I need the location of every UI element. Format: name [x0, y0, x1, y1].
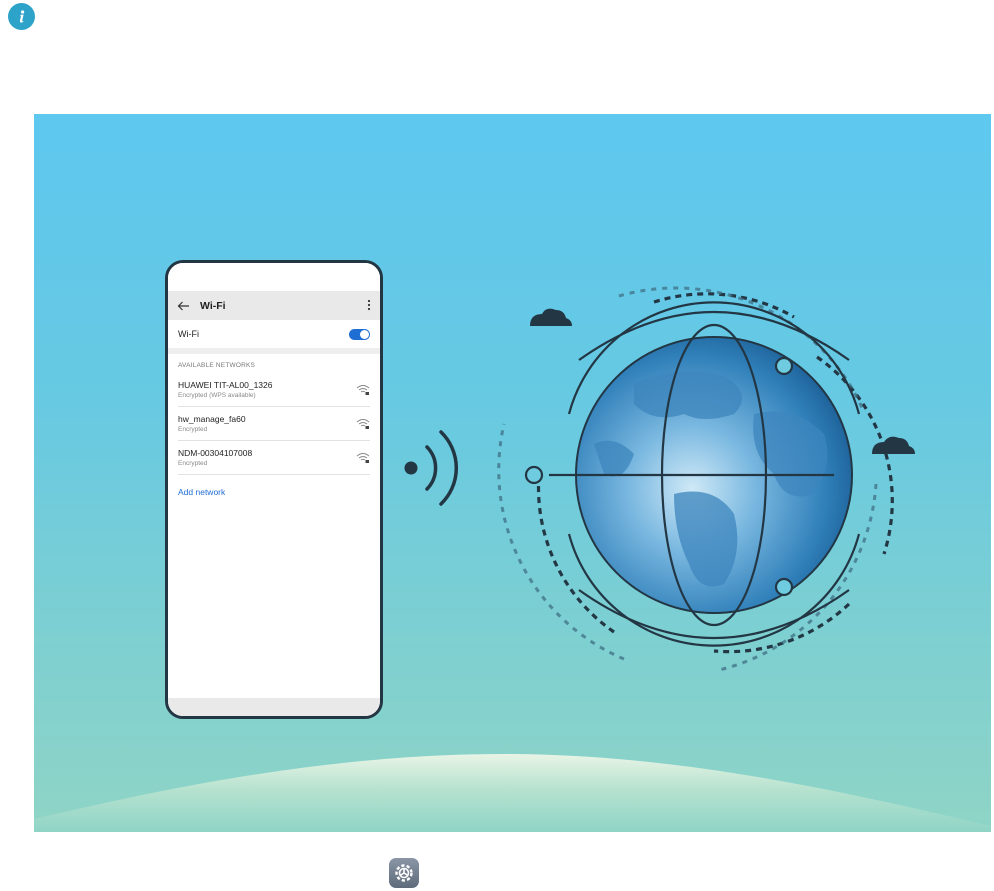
wifi-toggle-row[interactable]: Wi-Fi: [168, 320, 380, 348]
settings-gear-icon[interactable]: [389, 858, 419, 888]
wifi-toggle-switch[interactable]: [349, 328, 370, 340]
available-networks-header: AVAILABLE NETWORKS: [178, 362, 256, 369]
list-item[interactable]: hw_manage_fa60 Encrypted: [178, 407, 370, 441]
wifi-lock-icon: [356, 384, 370, 395]
info-icon: [8, 3, 35, 30]
network-status: Encrypted: [178, 426, 208, 433]
network-status: Encrypted: [178, 460, 208, 467]
wifi-lock-icon: [356, 452, 370, 463]
wifi-lock-icon: [356, 418, 370, 429]
wifi-toggle-label: Wi-Fi: [178, 329, 199, 339]
toggle-knob: [360, 329, 369, 339]
more-vertical-icon[interactable]: [367, 299, 371, 313]
navigation-bar: [168, 698, 380, 716]
status-bar: [168, 263, 380, 291]
page-title: Wi-Fi: [200, 299, 226, 312]
add-network-link[interactable]: Add network: [168, 475, 380, 509]
wireless-broadcast-icon: [404, 430, 459, 506]
network-name: hw_manage_fa60: [178, 414, 246, 424]
back-arrow-icon[interactable]: [177, 299, 191, 313]
network-name: HUAWEI TIT-AL00_1326: [178, 380, 273, 390]
wifi-illustration: Wi-Fi Wi-Fi AVAILABLE NETWORKS HUAWEI TI…: [34, 114, 991, 832]
title-bar: Wi-Fi: [168, 291, 380, 320]
network-status: Encrypted (WPS available): [178, 392, 256, 399]
network-name: NDM-00304107008: [178, 448, 253, 458]
phone-frame: Wi-Fi Wi-Fi AVAILABLE NETWORKS HUAWEI TI…: [165, 260, 383, 719]
list-item[interactable]: HUAWEI TIT-AL00_1326 Encrypted (WPS avai…: [178, 373, 370, 407]
list-item[interactable]: NDM-00304107008 Encrypted: [178, 441, 370, 475]
